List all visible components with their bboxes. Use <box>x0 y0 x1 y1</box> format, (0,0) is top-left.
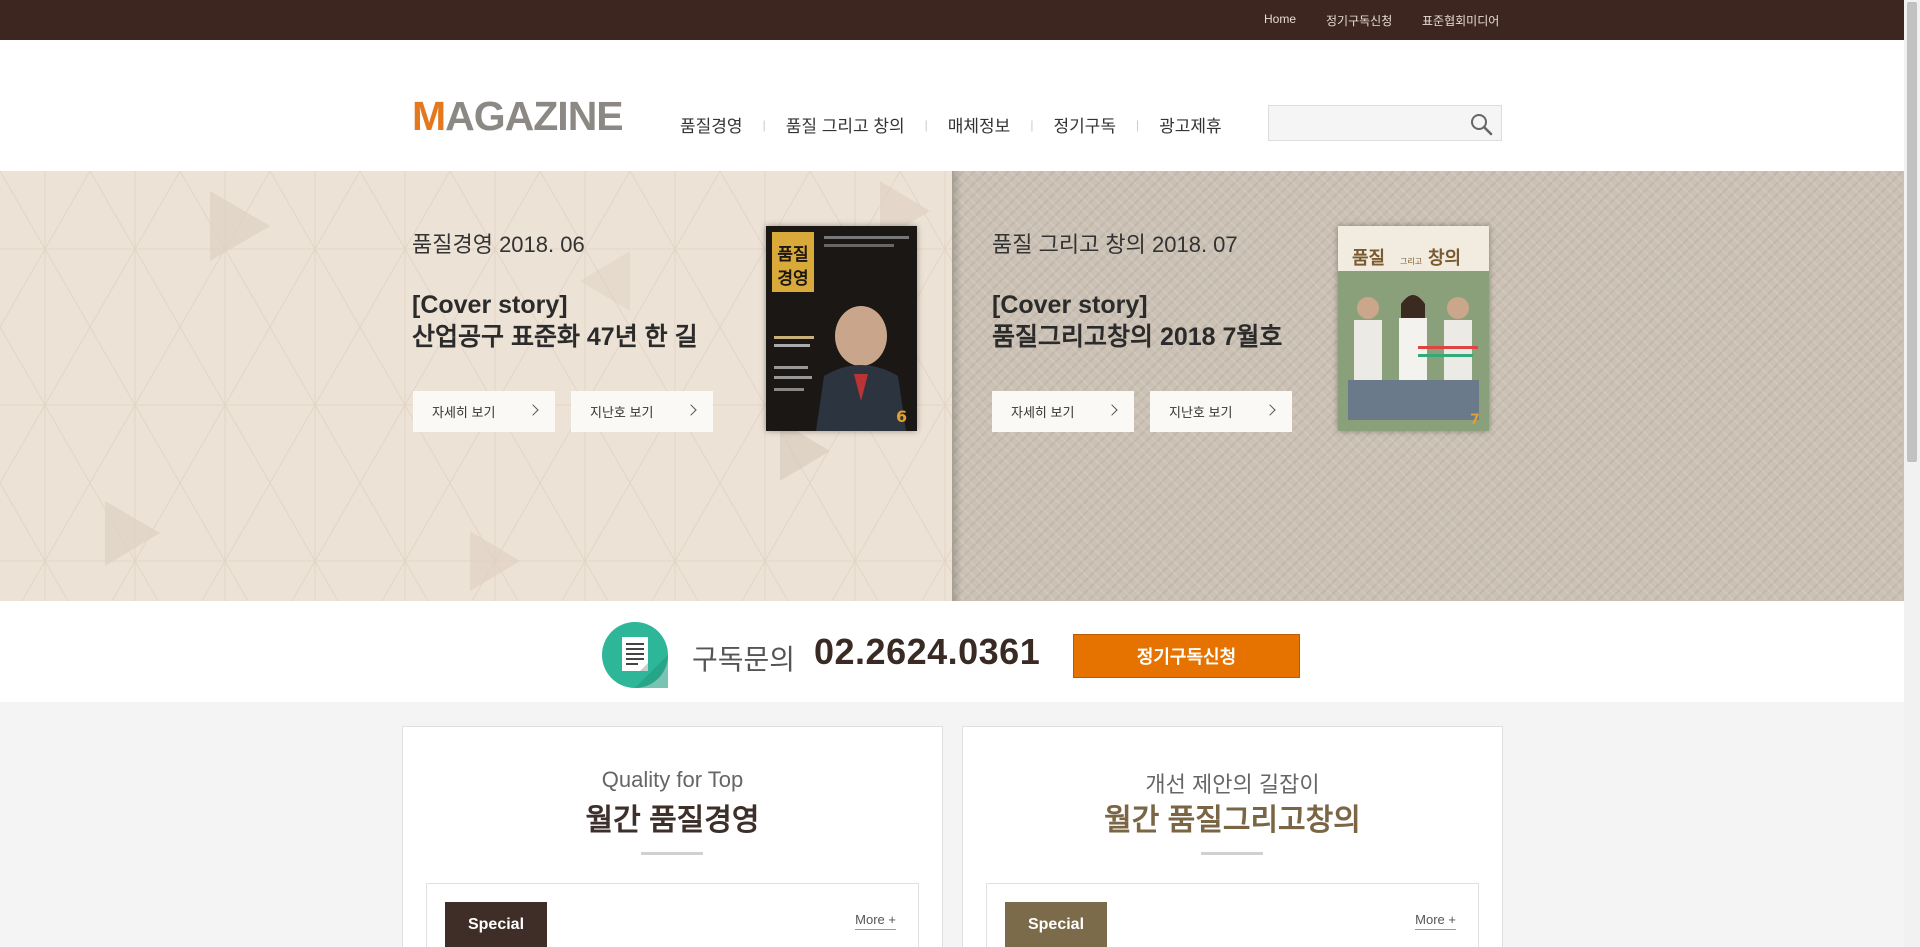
nav-item-quality-creativity[interactable]: 품질 그리고 창의 <box>786 112 905 137</box>
card-subtitle: Quality for Top <box>601 767 744 792</box>
magazine-cover-quality-creativity[interactable]: 품질 그리고 창의 7 <box>1338 226 1489 431</box>
past-issue-button[interactable]: 지난호 보기 <box>1150 391 1292 432</box>
top-utility-bar: Home 정기구독신청 표준협회미디어 <box>0 0 1904 40</box>
card-article-box: Special More + <box>426 883 919 947</box>
nav-item-quality-management[interactable]: 품질경영 <box>680 112 743 137</box>
hero-panel-quality-management: 품질경영 2018. 06 [Cover story] 산업공구 표준화 47년… <box>0 171 952 601</box>
scrollbar-thumb[interactable] <box>1907 2 1917 462</box>
subscribe-button[interactable]: 정기구독신청 <box>1073 634 1300 678</box>
card-title: 월간 품질경영 <box>585 804 760 837</box>
magazine-cover-quality-management[interactable]: 품질 경영 6 <box>766 226 917 431</box>
card-article-box: Special More + <box>986 883 1479 947</box>
cover-story-title: [Cover story] 산업공구 표준화 47년 한 길 <box>412 289 698 353</box>
more-link[interactable]: More + <box>1415 912 1456 930</box>
chevron-right-icon <box>685 404 697 416</box>
search-box <box>1268 105 1502 141</box>
cover-artwork: 품질 경영 6 <box>766 226 917 431</box>
past-issue-label: 지난호 보기 <box>1169 405 1233 420</box>
cover-issue-number: 7 <box>1470 412 1480 428</box>
card-divider <box>641 852 703 855</box>
search-icon[interactable] <box>1469 112 1493 136</box>
magazine-card-quality-creativity: 개선 제안의 길잡이 월간 품질그리고창의 Special More + <box>962 726 1503 947</box>
issue-label: 품질경영 2018. 06 <box>412 232 585 257</box>
view-detail-label: 자세히 보기 <box>432 405 496 420</box>
subscription-inquiry-bar: 구독문의 02.2624.0361 정기구독신청 <box>0 601 1904 702</box>
site-header: MAGAZINE 품질경영 | 품질 그리고 창의 | 매체정보 | 정기구독 … <box>0 40 1904 171</box>
hero-panel-quality-creativity: 품질 그리고 창의 2018. 07 [Cover story] 품질그리고창의… <box>952 171 1904 601</box>
hero-banner: 품질경영 2018. 06 [Cover story] 산업공구 표준화 47년… <box>0 171 1904 601</box>
panel-divider-shadow <box>952 171 962 601</box>
nav-item-subscription[interactable]: 정기구독 <box>1053 112 1116 137</box>
page-scrollbar[interactable] <box>1904 0 1920 947</box>
search-input[interactable] <box>1275 112 1455 134</box>
card-divider <box>1201 852 1263 855</box>
nav-item-media-info[interactable]: 매체정보 <box>948 112 1011 137</box>
subscription-inquiry-label: 구독문의 <box>692 644 796 675</box>
nav-separator: | <box>1030 117 1034 132</box>
special-tag[interactable]: Special <box>1005 902 1107 947</box>
logo-initial: M <box>412 93 446 139</box>
cover-title-c: 창의 <box>1428 248 1461 269</box>
document-icon <box>602 622 668 688</box>
main-nav: 품질경영 | 품질 그리고 창의 | 매체정보 | 정기구독 | 광고제휴 <box>680 112 1222 137</box>
card-title: 월간 품질그리고창의 <box>1104 804 1361 837</box>
view-detail-button[interactable]: 자세히 보기 <box>992 391 1134 432</box>
cover-story-tag: [Cover story] <box>412 291 568 319</box>
site-logo[interactable]: MAGAZINE <box>412 93 624 139</box>
cover-story-title: [Cover story] 품질그리고창의 2018 7월호 <box>992 289 1282 353</box>
subscription-phone-number: 02.2624.0361 <box>814 631 1041 672</box>
nav-separator: | <box>762 117 766 132</box>
view-detail-label: 자세히 보기 <box>1011 405 1075 420</box>
cover-title-bottom: 경영 <box>777 269 808 289</box>
view-detail-button[interactable]: 자세히 보기 <box>413 391 555 432</box>
past-issue-button[interactable]: 지난호 보기 <box>571 391 713 432</box>
cover-story-tag: [Cover story] <box>992 291 1148 319</box>
chevron-right-icon <box>1106 404 1118 416</box>
cover-title-b: 그리고 <box>1400 257 1422 266</box>
cover-title-a: 품질 <box>1352 248 1385 269</box>
cover-title-top: 품질 <box>777 244 808 265</box>
cover-issue-number: 6 <box>896 407 907 426</box>
cover-story-headline: 품질그리고창의 2018 7월호 <box>992 323 1283 351</box>
nav-item-advertising[interactable]: 광고제휴 <box>1159 112 1222 137</box>
cover-artwork: 품질 그리고 창의 7 <box>1338 226 1489 431</box>
more-link[interactable]: More + <box>855 912 896 930</box>
chevron-right-icon <box>1264 404 1276 416</box>
top-link-subscribe[interactable]: 정기구독신청 <box>1326 12 1392 29</box>
top-link-home[interactable]: Home <box>1264 12 1296 26</box>
past-issue-label: 지난호 보기 <box>590 405 654 420</box>
logo-text: AGAZINE <box>445 93 623 139</box>
nav-separator: | <box>1136 117 1140 132</box>
nav-separator: | <box>924 117 928 132</box>
cover-story-headline: 산업공구 표준화 47년 한 길 <box>412 323 698 351</box>
chevron-right-icon <box>527 404 539 416</box>
magazine-card-quality-management: Quality for Top 월간 품질경영 Special More + <box>402 726 943 947</box>
special-tag[interactable]: Special <box>445 902 547 947</box>
top-link-media[interactable]: 표준협회미디어 <box>1422 12 1499 29</box>
issue-label: 품질 그리고 창의 2018. 07 <box>992 232 1238 257</box>
